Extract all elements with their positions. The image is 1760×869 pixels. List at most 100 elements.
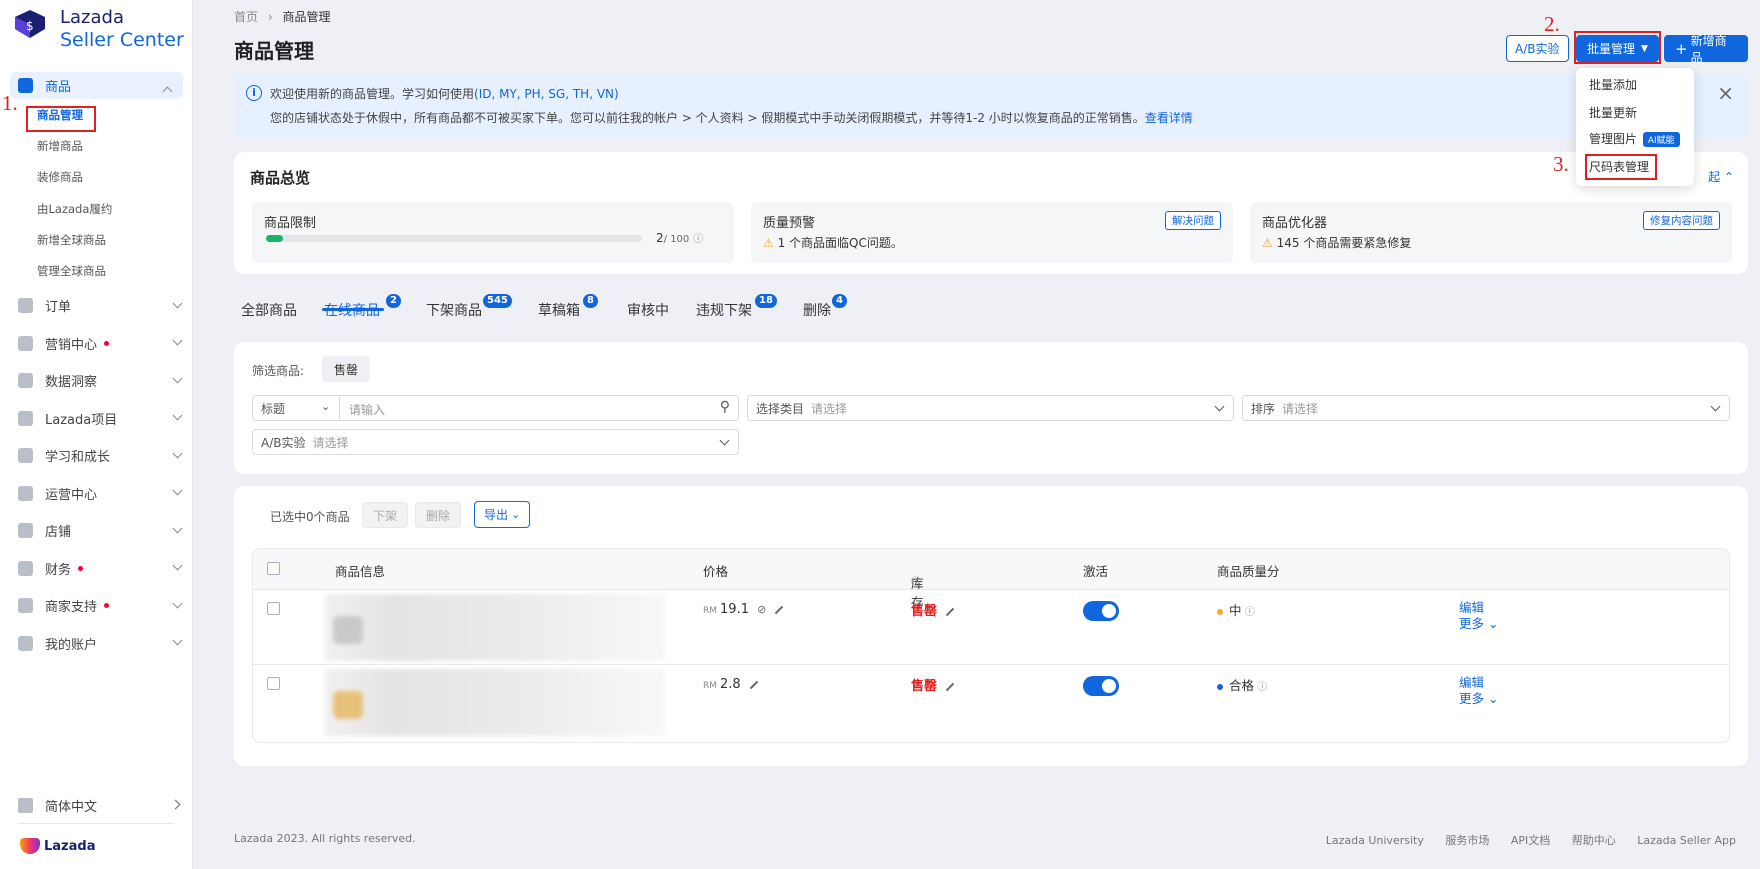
quality-dot-icon <box>1217 683 1223 690</box>
edit-link[interactable]: 编辑 <box>1459 675 1498 691</box>
footer-link-marketplace[interactable]: 服务市场 <box>1445 834 1489 847</box>
search-input[interactable]: 请输入 <box>349 401 385 418</box>
tab-all-products[interactable]: 全部商品 <box>241 300 297 320</box>
sidebar-sub-label: 装修商品 <box>37 170 83 185</box>
sidebar-sub-fulfilled-by-lazada[interactable]: 由Lazada履约 <box>0 193 193 224</box>
breadcrumb-separator: › <box>267 10 273 24</box>
edit-pencil-icon[interactable] <box>945 607 955 616</box>
language-switcher[interactable]: 简体中文 <box>0 790 193 820</box>
sidebar-item-marketing[interactable]: 营销中心 <box>0 324 193 362</box>
edit-pencil-icon[interactable] <box>749 680 758 689</box>
tab-under-review[interactable]: 审核中 <box>627 300 669 320</box>
tab-label: 在线商品 <box>324 303 380 319</box>
sidebar-sub-manage-global-product[interactable]: 管理全球商品 <box>0 255 193 286</box>
export-button[interactable]: 导出 ⌄ <box>474 501 531 528</box>
tab-drafts[interactable]: 草稿箱 8 <box>538 294 598 320</box>
sidebar-item-store[interactable]: 店铺 <box>0 512 193 550</box>
chevron-down-icon <box>172 560 183 571</box>
menu-item-label: 管理图片 <box>1589 132 1638 146</box>
chevron-down-icon: ⌄ <box>321 400 331 413</box>
banner-text-2: 您的店铺状态处于休假中，所有商品都不可被买家下单。您可以前往我的帐户 > 个人资… <box>270 111 1145 125</box>
footer-link-api-docs[interactable]: API文档 <box>1511 834 1550 847</box>
chevron-up-icon <box>162 86 173 97</box>
footer-link-university[interactable]: Lazada University <box>1326 834 1424 847</box>
marketing-icon <box>18 335 33 351</box>
footer-link-seller-app[interactable]: Lazada Seller App <box>1637 834 1736 847</box>
menu-item-bulk-update[interactable]: 批量更新 <box>1589 104 1637 121</box>
banner-link-details[interactable]: 查看详情 <box>1145 111 1193 125</box>
more-link[interactable]: 更多 ⌄ <box>1459 616 1498 632</box>
select-all-checkbox[interactable] <box>267 562 280 575</box>
ab-test-button[interactable]: A/B实验 <box>1506 35 1569 62</box>
banner-link-countries[interactable]: (ID, MY, PH, SG, TH, VN) <box>474 87 619 101</box>
product-info-blurred[interactable] <box>325 594 665 661</box>
sidebar-item-finance[interactable]: 财务 <box>0 549 193 587</box>
sidebar-item-operations[interactable]: 运营中心 <box>0 474 193 512</box>
quality-value: 中 <box>1229 603 1242 618</box>
footer-link-help-center[interactable]: 帮助中心 <box>1572 834 1616 847</box>
sidebar-item-insights[interactable]: 数据洞察 <box>0 362 193 400</box>
selected-count: 已选中0个商品 <box>270 510 350 524</box>
deactivate-button[interactable]: 下架 <box>362 502 409 528</box>
sidebar-item-my-account[interactable]: 我的账户 <box>0 624 193 662</box>
title-search-field[interactable]: 标题 ⌄ 请输入 ⚲ <box>252 395 739 421</box>
search-icon[interactable]: ⚲ <box>720 399 730 415</box>
tab-label: 审核中 <box>627 303 669 319</box>
edit-link[interactable]: 编辑 <box>1459 600 1498 616</box>
footer-links: Lazada University 服务市场 API文档 帮助中心 Lazada… <box>1308 832 1736 848</box>
menu-item-manage-images[interactable]: 管理图片 AI赋能 <box>1589 130 1680 147</box>
menu-item-bulk-add[interactable]: 批量添加 <box>1589 76 1637 93</box>
info-icon: ⓘ <box>1241 607 1255 618</box>
new-product-button[interactable]: + 新增商品 <box>1664 34 1748 65</box>
tab-violation-delisted[interactable]: 违规下架 18 <box>696 294 777 320</box>
chevron-down-icon <box>172 448 183 459</box>
ai-badge: AI赋能 <box>1642 132 1680 147</box>
sidebar-sub-add-global-product[interactable]: 新增全球商品 <box>0 224 193 255</box>
chevron-down-icon <box>172 298 183 309</box>
tab-badge: 545 <box>483 294 512 308</box>
promo-icon[interactable]: ⊘ <box>757 603 766 616</box>
footer-brand: Lazada <box>44 838 96 854</box>
edit-pencil-icon[interactable] <box>775 605 784 614</box>
language-label: 简体中文 <box>45 799 98 815</box>
tab-badge: 2 <box>386 294 401 308</box>
info-icon: ⓘ <box>1254 682 1268 693</box>
sidebar-item-lazada-programs[interactable]: Lazada项目 <box>0 399 193 437</box>
tab-delisted-products[interactable]: 下架商品 545 <box>426 294 512 320</box>
filter-chip-sold-out[interactable]: 售罄 <box>322 356 371 382</box>
breadcrumb-home[interactable]: 首页 <box>234 10 258 24</box>
close-icon[interactable]: × <box>1717 81 1734 105</box>
sort-placeholder: 请选择 <box>1282 401 1319 416</box>
row-checkbox[interactable] <box>267 677 280 690</box>
logo[interactable]: $ Lazada Seller Center <box>12 7 184 51</box>
currency: RM <box>703 681 718 691</box>
ab-test-select[interactable]: A/B实验 请选择 <box>252 429 739 455</box>
learning-icon <box>18 448 33 464</box>
stat-quality-alert: 质量预警 解决问题 ⚠ 1 个商品面临QC问题。 <box>751 202 1233 263</box>
brand-name: Lazada <box>60 7 124 28</box>
sidebar-item-seller-support[interactable]: 商家支持 <box>0 587 193 625</box>
fix-content-button[interactable]: 修复内容问题 <box>1643 211 1720 230</box>
product-info-blurred[interactable] <box>325 669 665 736</box>
sidebar-item-learning[interactable]: 学习和成长 <box>0 437 193 475</box>
sidebar-sub-decorate-product[interactable]: 装修商品 <box>0 162 193 193</box>
sidebar-sub-label: 新增商品 <box>37 138 83 153</box>
more-link[interactable]: 更多 ⌄ <box>1459 691 1498 707</box>
tab-deleted[interactable]: 删除 4 <box>803 294 847 320</box>
sidebar-sub-add-product[interactable]: 新增商品 <box>0 130 193 161</box>
sidebar-item-products[interactable]: 商品 <box>10 72 183 99</box>
optimizer-warning-text: 145 个商品需要紧急修复 <box>1276 236 1412 250</box>
resolve-issue-button[interactable]: 解决问题 <box>1165 211 1221 230</box>
category-select[interactable]: 选择类目 请选择 <box>747 395 1234 421</box>
edit-pencil-icon[interactable] <box>945 682 955 691</box>
row-checkbox[interactable] <box>267 602 280 615</box>
sidebar-item-orders[interactable]: 订单 <box>0 287 193 325</box>
delete-button[interactable]: 删除 <box>415 502 462 528</box>
language-icon <box>18 797 33 813</box>
active-toggle[interactable] <box>1083 676 1119 696</box>
active-toggle[interactable] <box>1083 601 1119 621</box>
category-label: 选择类目 <box>756 401 805 416</box>
collapse-toggle[interactable]: 起 ⌃ <box>1708 168 1734 185</box>
sort-select[interactable]: 排序 请选择 <box>1242 395 1730 421</box>
product-tabs: 全部商品 在线商品 2 下架商品 545 草稿箱 8 审核中 违规下架 18 删除 4 <box>234 283 934 323</box>
